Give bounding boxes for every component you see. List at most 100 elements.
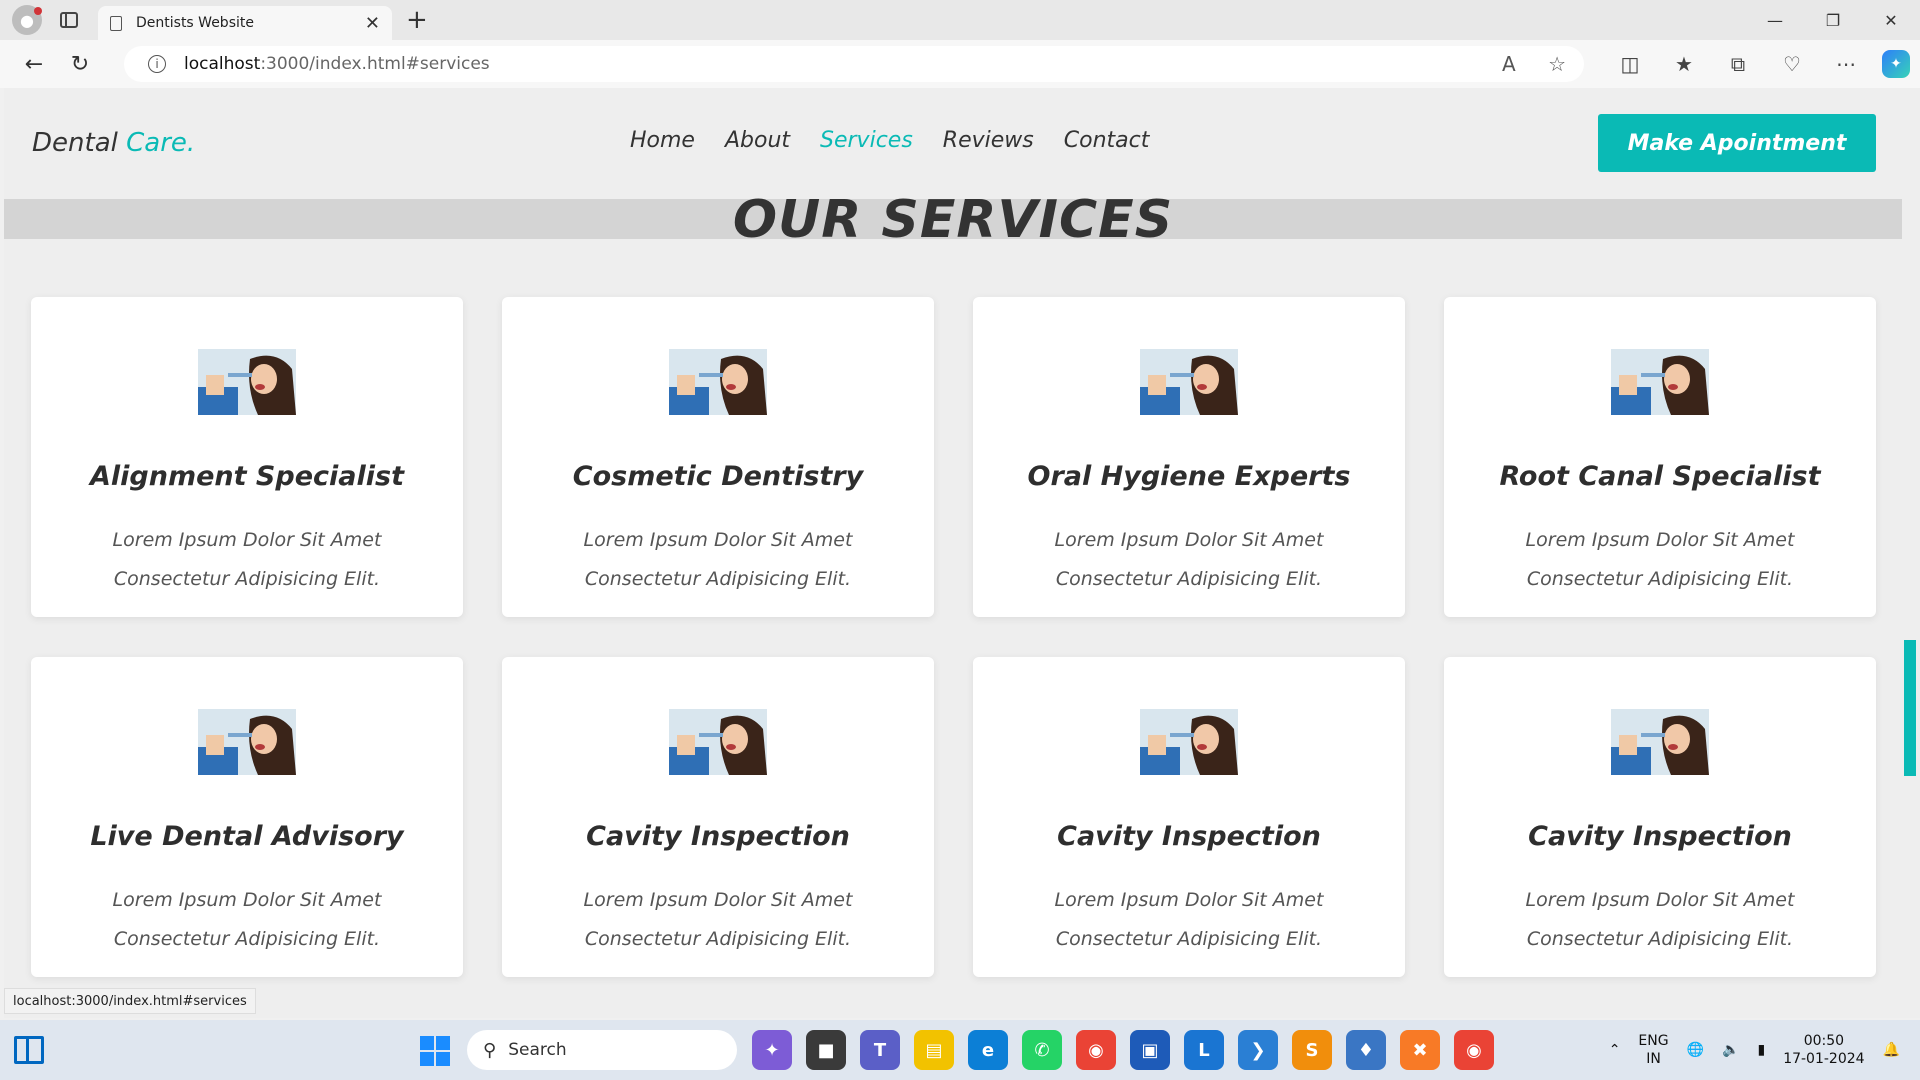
edge-browser-icon[interactable]: e: [968, 1030, 1008, 1070]
browser-essentials-icon[interactable]: ♡: [1774, 46, 1810, 82]
new-tab-button[interactable]: +: [406, 5, 428, 35]
copilot-icon[interactable]: ✦: [1882, 50, 1910, 78]
window-controls: — ❐ ✕: [1746, 0, 1920, 40]
read-aloud-icon[interactable]: A: [1502, 52, 1520, 76]
service-description-line: Lorem Ipsum Dolor Sit Amet: [112, 529, 382, 551]
service-description: Lorem Ipsum Dolor Sit Amet Consectetur Ad…: [71, 881, 423, 959]
nav-about[interactable]: About: [725, 128, 790, 153]
service-description-line: Consectetur Adipisicing Elit.: [1055, 928, 1323, 950]
nav-contact[interactable]: Contact: [1064, 128, 1150, 153]
language-indicator[interactable]: ENG IN: [1638, 1032, 1668, 1068]
scrollbar-track[interactable]: [1902, 88, 1920, 1018]
collections-icon[interactable]: ⧉: [1720, 46, 1756, 82]
service-description-line: Lorem Ipsum Dolor Sit Amet: [1525, 529, 1795, 551]
clock[interactable]: 00:50 17-01-2024: [1783, 1032, 1864, 1068]
minimize-button[interactable]: —: [1746, 0, 1804, 40]
more-options-icon[interactable]: ⋯: [1828, 46, 1864, 82]
service-image: [669, 349, 767, 415]
service-title: Cosmetic Dentistry: [572, 461, 864, 492]
browser-tabbar: ● Dentists Website ✕ + — ❐ ✕: [0, 0, 1920, 40]
chrome-canary-app-icon[interactable]: ◉: [1454, 1030, 1494, 1070]
scrollbar-thumb[interactable]: [1904, 640, 1916, 776]
window-close-button[interactable]: ✕: [1862, 0, 1920, 40]
tab-actions-icon[interactable]: [60, 12, 78, 28]
logo-main: Dental: [32, 128, 118, 158]
battery-icon[interactable]: ▮: [1757, 1042, 1765, 1058]
service-description-line: Consectetur Adipisicing Elit.: [113, 928, 381, 950]
restore-button[interactable]: ❐: [1804, 0, 1862, 40]
network-icon[interactable]: 🌐: [1687, 1042, 1704, 1058]
xampp-app-icon[interactable]: ✖: [1400, 1030, 1440, 1070]
site-info-icon[interactable]: i: [148, 55, 166, 73]
service-description-line: Consectetur Adipisicing Elit.: [113, 568, 381, 590]
close-tab-icon[interactable]: ✕: [365, 13, 380, 34]
page-viewport: Dental Care. Home About Services Reviews…: [4, 88, 1902, 1018]
site-logo[interactable]: Dental Care.: [32, 128, 195, 158]
notification-dot: [34, 7, 42, 15]
service-title: Live Dental Advisory: [90, 821, 404, 852]
file-viewer-app-icon[interactable]: ■: [806, 1030, 846, 1070]
lang-region: IN: [1646, 1051, 1661, 1067]
whatsapp-app-icon[interactable]: ✆: [1022, 1030, 1062, 1070]
profile-icon[interactable]: ●: [12, 5, 42, 35]
service-description-line: Lorem Ipsum Dolor Sit Amet: [112, 889, 382, 911]
sublime-app-icon[interactable]: S: [1292, 1030, 1332, 1070]
services-grid: Alignment Specialist Lorem Ipsum Dolor Si…: [31, 297, 1879, 977]
service-image: [198, 349, 296, 415]
status-link-preview: localhost:3000/index.html#services: [4, 988, 256, 1014]
service-title: Cavity Inspection: [1057, 821, 1321, 852]
nav-home[interactable]: Home: [630, 128, 695, 153]
favorite-star-icon[interactable]: ☆: [1548, 52, 1566, 76]
clock-date: 17-01-2024: [1783, 1051, 1865, 1067]
logo-accent: Care.: [126, 128, 196, 158]
store-app-icon[interactable]: ▣: [1130, 1030, 1170, 1070]
address-bar[interactable]: i localhost:3000/index.html#services A ☆: [124, 46, 1584, 82]
pinned-apps: ✦ ■ T ▤ e ✆ ◉ ▣ L ❯ S ♦ ✖ ◉: [752, 1030, 1494, 1070]
system-tray: ⌃ ENG IN 🌐 🔈 ▮ 00:50 17-01-2024 🔔: [1609, 1020, 1920, 1080]
service-card: Oral Hygiene Experts Lorem Ipsum Dolor Si…: [973, 297, 1405, 617]
favorites-icon[interactable]: ★: [1666, 46, 1702, 82]
url-host: localhost: [184, 54, 261, 74]
chrome-app-icon[interactable]: ◉: [1076, 1030, 1116, 1070]
teams-app-icon[interactable]: T: [860, 1030, 900, 1070]
make-appointment-button[interactable]: Make Apointment: [1598, 114, 1876, 172]
browser-tab[interactable]: Dentists Website ✕: [98, 6, 392, 40]
service-card: Cavity Inspection Lorem Ipsum Dolor Sit A…: [973, 657, 1405, 977]
service-card: Live Dental Advisory Lorem Ipsum Dolor Si…: [31, 657, 463, 977]
refresh-button[interactable]: ↻: [60, 44, 100, 84]
widgets-icon[interactable]: [14, 1036, 44, 1064]
service-image: [1140, 349, 1238, 415]
python-app-icon[interactable]: ♦: [1346, 1030, 1386, 1070]
file-explorer-icon[interactable]: ▤: [914, 1030, 954, 1070]
service-image: [198, 709, 296, 775]
service-title: Oral Hygiene Experts: [1027, 461, 1351, 492]
service-card: Root Canal Specialist Lorem Ipsum Dolor S…: [1444, 297, 1876, 617]
search-icon: ⚲: [483, 1039, 497, 1061]
url-path: :3000/index.html#services: [260, 54, 490, 74]
volume-icon[interactable]: 🔈: [1722, 1042, 1739, 1058]
service-description-line: Lorem Ipsum Dolor Sit Amet: [1054, 889, 1324, 911]
split-screen-icon[interactable]: ◫: [1612, 46, 1648, 82]
main-nav: Home About Services Reviews Contact: [630, 128, 1149, 153]
service-description: Lorem Ipsum Dolor Sit Amet Consectetur Ad…: [542, 521, 894, 599]
vscode-app-icon[interactable]: ❯: [1238, 1030, 1278, 1070]
service-image: [1140, 709, 1238, 775]
section-title: OUR SERVICES: [732, 190, 1174, 250]
service-image: [1611, 709, 1709, 775]
service-card: Cavity Inspection Lorem Ipsum Dolor Sit A…: [1444, 657, 1876, 977]
copilot-preview-app-icon[interactable]: ✦: [752, 1030, 792, 1070]
service-description-line: Consectetur Adipisicing Elit.: [1526, 928, 1794, 950]
start-button-icon[interactable]: [420, 1036, 450, 1066]
l-app-icon[interactable]: L: [1184, 1030, 1224, 1070]
service-description-line: Consectetur Adipisicing Elit.: [1526, 568, 1794, 590]
back-button[interactable]: ←: [14, 44, 54, 84]
taskbar-search[interactable]: ⚲ Search: [467, 1030, 737, 1070]
notifications-icon[interactable]: 🔔: [1883, 1042, 1900, 1058]
nav-reviews[interactable]: Reviews: [943, 128, 1034, 153]
browser-toolbar: ← ↻ i localhost:3000/index.html#services…: [0, 40, 1920, 88]
service-card: Cosmetic Dentistry Lorem Ipsum Dolor Sit …: [502, 297, 934, 617]
windows-taskbar: ⚲ Search ✦ ■ T ▤ e ✆ ◉ ▣ L ❯ S ♦ ✖ ◉ ⌃ E…: [0, 1020, 1920, 1080]
nav-services[interactable]: Services: [820, 128, 913, 153]
tray-overflow-icon[interactable]: ⌃: [1609, 1042, 1621, 1058]
lang-code: ENG: [1638, 1033, 1669, 1049]
